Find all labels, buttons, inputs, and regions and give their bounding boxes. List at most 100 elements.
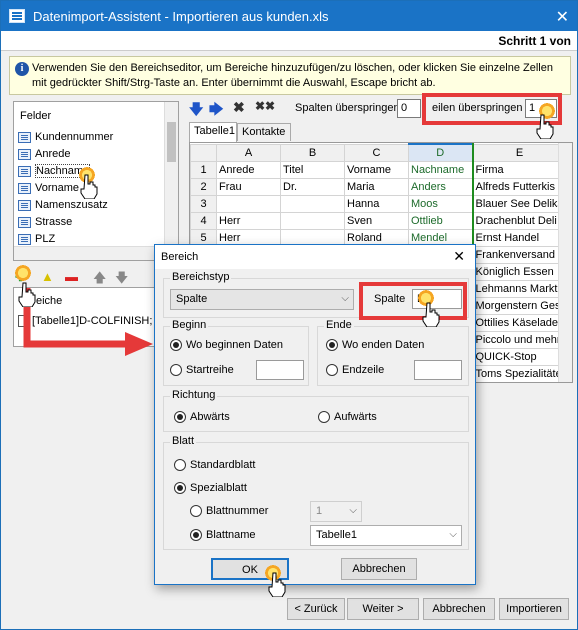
radio-dot: [318, 411, 330, 423]
radio-label: Abwärts: [190, 411, 230, 423]
grid-cell[interactable]: Sven: [344, 211, 409, 230]
radio-direction-down[interactable]: Abwärts: [174, 411, 230, 423]
radio-special-sheet[interactable]: Spezialblatt: [174, 482, 247, 494]
grid-cell[interactable]: QUICK-Stop: [472, 347, 567, 366]
radio-dot: [190, 505, 202, 517]
radio-sheet-number[interactable]: Blattnummer: [190, 505, 268, 517]
field-icon: [18, 166, 31, 177]
back-button[interactable]: < Zurück: [287, 598, 345, 620]
column-header-row: ABCDE: [190, 143, 567, 162]
next-button[interactable]: Weiter >: [347, 598, 419, 620]
column-header[interactable]: D: [408, 143, 474, 162]
arrow-down-icon[interactable]: 🡇: [189, 99, 203, 123]
grid-cell[interactable]: [280, 194, 345, 213]
grid-cell[interactable]: Titel: [280, 160, 345, 179]
field-item-label: Kundennummer: [35, 131, 114, 143]
radio-begin-row[interactable]: Startreihe: [170, 364, 234, 376]
import-button[interactable]: Importieren: [499, 598, 569, 620]
radio-dot: [174, 411, 186, 423]
radio-sheet-name[interactable]: Blattname: [190, 529, 256, 541]
grid-cell[interactable]: Herr: [216, 211, 281, 230]
field-item[interactable]: Anrede: [18, 146, 113, 163]
grid-cell[interactable]: [280, 211, 345, 230]
field-list-header: Felder: [20, 110, 52, 122]
skip-columns-input[interactable]: 0: [397, 99, 421, 118]
grid-cell[interactable]: Alfreds Futterkis: [472, 177, 567, 196]
field-list-scrollbar[interactable]: [164, 102, 178, 260]
row-header[interactable]: 2: [190, 177, 217, 196]
group-direction: Richtung Abwärts Aufwärts: [163, 389, 469, 432]
grid-cell[interactable]: Hanna: [344, 194, 409, 213]
column-header[interactable]: A: [216, 143, 281, 162]
grid-scrollbar[interactable]: [558, 143, 572, 382]
grid-cell[interactable]: Blauer See Delika: [472, 194, 567, 213]
radio-direction-up[interactable]: Aufwärts: [318, 411, 377, 423]
grid-cell[interactable]: Anrede: [216, 160, 281, 179]
grid-cell[interactable]: Lehmanns Markt: [472, 279, 567, 298]
radio-end-auto[interactable]: Wo enden Daten: [326, 339, 424, 351]
grid-cell[interactable]: Königlich Essen: [472, 262, 567, 281]
arrow-right-icon[interactable]: 🡆: [209, 99, 223, 123]
sheet-number-select[interactable]: 1 ⌵: [310, 501, 362, 522]
grid-cell[interactable]: Piccolo und mehr: [472, 330, 567, 349]
dialog-cancel-button[interactable]: Abbrechen: [341, 558, 417, 580]
clear-icon[interactable]: ✖: [233, 99, 245, 116]
import-wizard-window: Datenimport-Assistent - Importieren aus …: [0, 0, 578, 630]
field-icon: [18, 234, 31, 245]
field-list-hscrollbar[interactable]: [14, 246, 165, 260]
field-icon: [18, 183, 31, 194]
grid-cell[interactable]: Nachname: [408, 160, 474, 179]
column-header[interactable]: C: [344, 143, 409, 162]
field-item-label: Namenszusatz: [35, 199, 108, 211]
info-banner: i Verwenden Sie den Bereichseditor, um B…: [9, 56, 571, 95]
column-header[interactable]: B: [280, 143, 345, 162]
grid-cell[interactable]: Moos: [408, 194, 474, 213]
field-item[interactable]: Strasse: [18, 214, 113, 231]
grid-cell[interactable]: Anders: [408, 177, 474, 196]
grid-cell[interactable]: Firma: [472, 160, 567, 179]
table-row: 1 Anrede Titel Vorname Nachname Firma: [190, 160, 567, 179]
end-label: Ende: [324, 319, 354, 331]
start-row-input[interactable]: [256, 360, 304, 380]
row-header[interactable]: 1: [190, 160, 217, 179]
range-type-select[interactable]: Spalte ⌵: [170, 289, 354, 310]
field-item[interactable]: Namenszusatz: [18, 197, 113, 214]
radio-standard-sheet[interactable]: Standardblatt: [174, 459, 255, 471]
grid-cell[interactable]: Dr.: [280, 177, 345, 196]
info-icon: i: [15, 62, 29, 76]
row-header[interactable]: 3: [190, 194, 217, 213]
tab-kontakte[interactable]: Kontakte: [237, 123, 291, 141]
grid-cell[interactable]: Drachenblut Deli: [472, 211, 567, 230]
field-item-label: Vorname: [35, 182, 80, 194]
chevron-down-icon: ⌵: [341, 293, 349, 304]
grid-cell[interactable]: Ottilies Käselade: [472, 313, 567, 332]
grid-corner[interactable]: [190, 143, 217, 162]
grid-cell[interactable]: Frankenversand: [472, 245, 567, 264]
radio-dot: [326, 339, 338, 351]
radio-label: Endzeile: [342, 364, 385, 376]
grid-cell[interactable]: Morgenstern Ges: [472, 296, 567, 315]
sheet-name-select[interactable]: Tabelle1 ⌵: [310, 525, 462, 546]
edit-range-icon[interactable]: ▲: [41, 269, 54, 284]
end-row-input[interactable]: [414, 360, 462, 380]
grid-cell[interactable]: Maria: [344, 177, 409, 196]
dialog-close-icon[interactable]: ✕: [453, 248, 465, 265]
grid-cell[interactable]: Frau: [216, 177, 281, 196]
radio-begin-auto[interactable]: Wo beginnen Daten: [170, 339, 283, 351]
grid-cell[interactable]: Vorname: [344, 160, 409, 179]
grid-cell[interactable]: Ernst Handel: [472, 228, 567, 247]
clear-all-icon[interactable]: ✖✖: [255, 99, 275, 113]
grid-cell[interactable]: Toms Spezialitäte: [472, 364, 567, 382]
delete-range-icon[interactable]: ▬: [65, 269, 78, 284]
scrollbar-thumb[interactable]: [167, 122, 176, 162]
close-icon[interactable]: ✕: [556, 7, 569, 27]
column-header[interactable]: E: [472, 143, 567, 162]
field-item[interactable]: Kundennummer: [18, 129, 113, 146]
row-header[interactable]: 4: [190, 211, 217, 230]
radio-end-row[interactable]: Endzeile: [326, 364, 384, 376]
grid-cell[interactable]: Ottlieb: [408, 211, 474, 230]
title-bar: Datenimport-Assistent - Importieren aus …: [1, 1, 577, 31]
grid-cell[interactable]: [216, 194, 281, 213]
tab-tabelle1[interactable]: Tabelle1: [189, 122, 237, 142]
cancel-button[interactable]: Abbrechen: [423, 598, 495, 620]
